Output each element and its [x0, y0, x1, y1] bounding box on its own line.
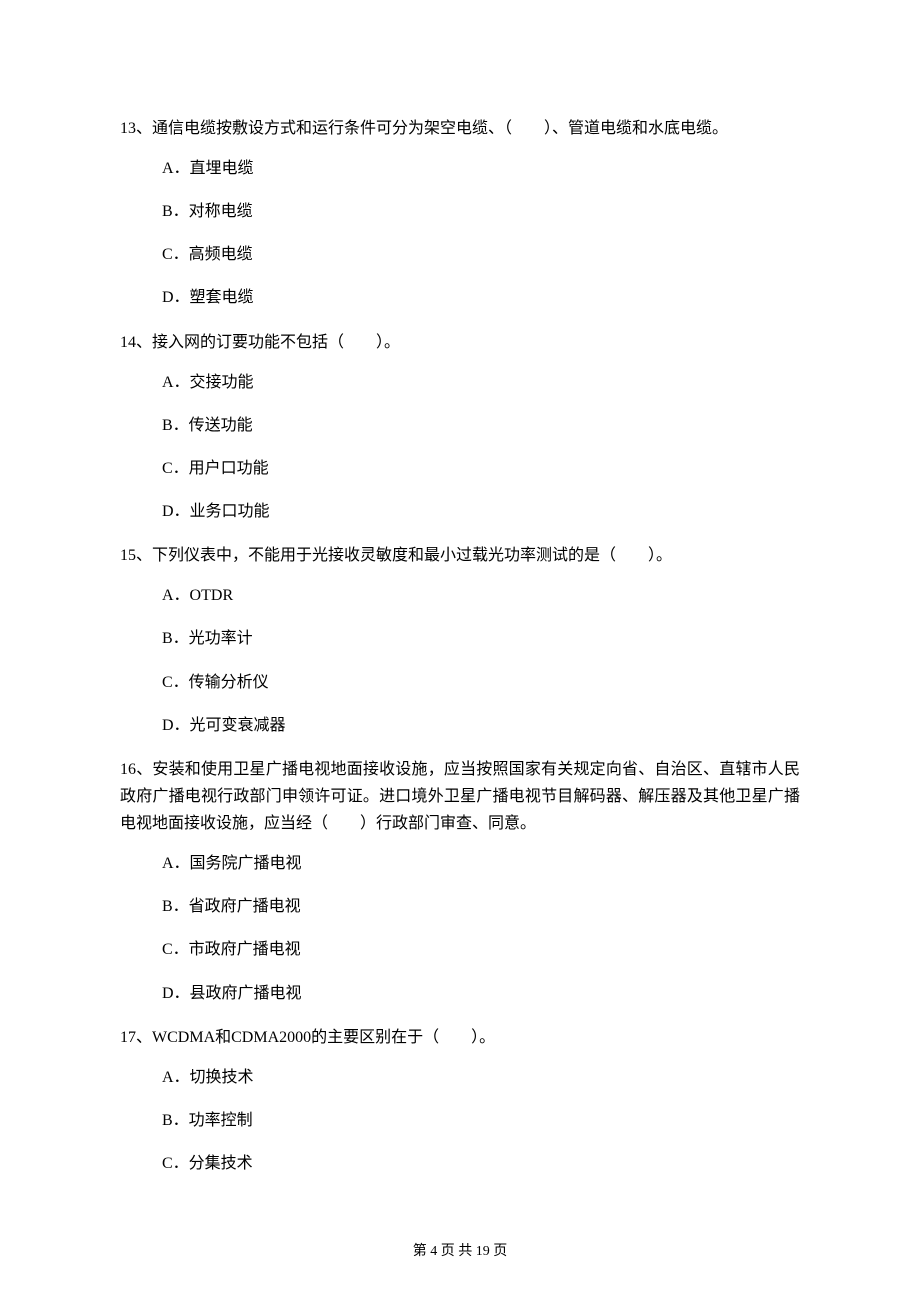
question-options: A．交接功能 B．传送功能 C．用户口功能 D．业务口功能	[120, 370, 800, 525]
question-options: A．切换技术 B．功率控制 C．分集技术	[120, 1065, 800, 1177]
option-a: A．交接功能	[162, 370, 800, 396]
question-13: 13、通信电缆按敷设方式和运行条件可分为架空电缆、（ ）、管道电缆和水底电缆。 …	[120, 115, 800, 311]
question-options: A．国务院广播电视 B．省政府广播电视 C．市政府广播电视 D．县政府广播电视	[120, 851, 800, 1006]
option-c: C．分集技术	[162, 1151, 800, 1177]
question-15: 15、下列仪表中，不能用于光接收灵敏度和最小过载光功率测试的是（ ）。 A．OT…	[120, 542, 800, 738]
question-options: A．OTDR B．光功率计 C．传输分析仪 D．光可变衰减器	[120, 583, 800, 738]
document-content: 13、通信电缆按敷设方式和运行条件可分为架空电缆、（ ）、管道电缆和水底电缆。 …	[120, 115, 800, 1177]
question-14: 14、接入网的订要功能不包括（ ）。 A．交接功能 B．传送功能 C．用户口功能…	[120, 329, 800, 525]
question-text: 15、下列仪表中，不能用于光接收灵敏度和最小过载光功率测试的是（ ）。	[120, 542, 800, 569]
question-16: 16、安装和使用卫星广播电视地面接收设施，应当按照国家有关规定向省、自治区、直辖…	[120, 756, 800, 1006]
option-a: A．国务院广播电视	[162, 851, 800, 877]
question-stem: 安装和使用卫星广播电视地面接收设施，应当按照国家有关规定向省、自治区、直辖市人民…	[120, 761, 800, 832]
question-text: 16、安装和使用卫星广播电视地面接收设施，应当按照国家有关规定向省、自治区、直辖…	[120, 756, 800, 838]
option-d: D．业务口功能	[162, 499, 800, 525]
option-c: C．用户口功能	[162, 456, 800, 482]
question-number: 15、	[120, 547, 152, 564]
option-c: C．高频电缆	[162, 242, 800, 268]
question-stem: 下列仪表中，不能用于光接收灵敏度和最小过载光功率测试的是（ ）。	[152, 547, 672, 564]
question-number: 16、	[120, 761, 152, 778]
option-d: D．县政府广播电视	[162, 981, 800, 1007]
question-stem: 接入网的订要功能不包括（ ）。	[152, 334, 400, 351]
option-c: C．传输分析仪	[162, 670, 800, 696]
question-text: 17、WCDMA和CDMA2000的主要区别在于（ ）。	[120, 1024, 800, 1051]
question-text: 14、接入网的订要功能不包括（ ）。	[120, 329, 800, 356]
option-b: B．传送功能	[162, 413, 800, 439]
option-c: C．市政府广播电视	[162, 937, 800, 963]
option-d: D．光可变衰减器	[162, 713, 800, 739]
question-options: A．直埋电缆 B．对称电缆 C．高频电缆 D．塑套电缆	[120, 156, 800, 311]
option-b: B．省政府广播电视	[162, 894, 800, 920]
question-stem: WCDMA和CDMA2000的主要区别在于（ ）。	[152, 1029, 495, 1046]
page-footer: 第 4 页 共 19 页	[0, 1240, 920, 1260]
question-text: 13、通信电缆按敷设方式和运行条件可分为架空电缆、（ ）、管道电缆和水底电缆。	[120, 115, 800, 142]
option-b: B．光功率计	[162, 626, 800, 652]
option-b: B．对称电缆	[162, 199, 800, 225]
option-b: B．功率控制	[162, 1108, 800, 1134]
question-number: 17、	[120, 1029, 152, 1046]
option-a: A．OTDR	[162, 583, 800, 609]
question-number: 13、	[120, 120, 152, 137]
question-17: 17、WCDMA和CDMA2000的主要区别在于（ ）。 A．切换技术 B．功率…	[120, 1024, 800, 1177]
question-stem: 通信电缆按敷设方式和运行条件可分为架空电缆、（ ）、管道电缆和水底电缆。	[152, 120, 728, 137]
option-a: A．切换技术	[162, 1065, 800, 1091]
option-a: A．直埋电缆	[162, 156, 800, 182]
option-d: D．塑套电缆	[162, 285, 800, 311]
question-number: 14、	[120, 334, 152, 351]
